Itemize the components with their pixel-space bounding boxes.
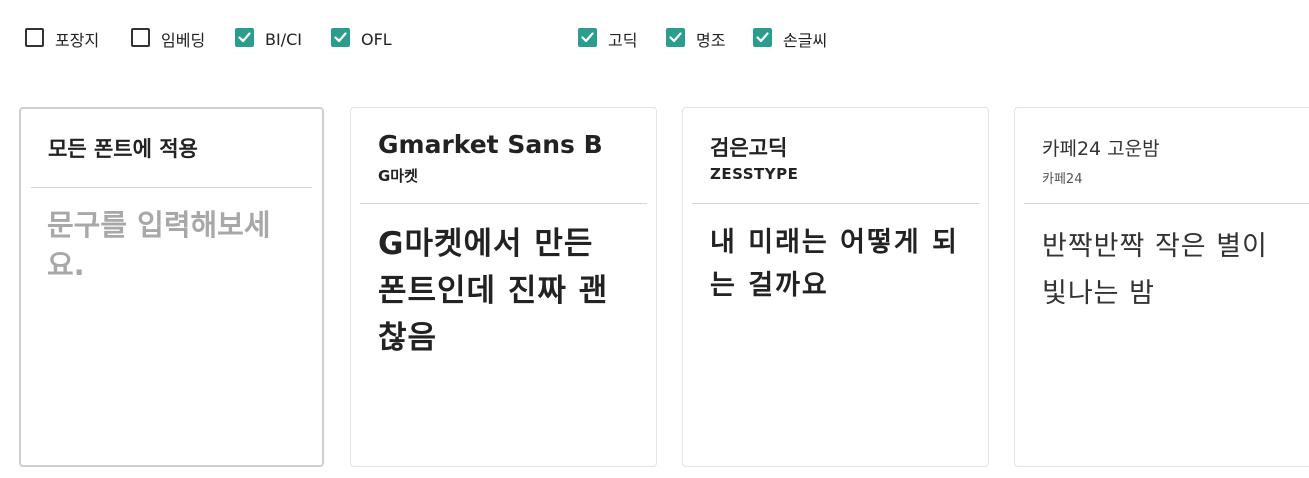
filter-label: 포장지	[55, 31, 100, 50]
font-card-gmarket[interactable]: Gmarket Sans B G마켓 G마켓에서 만든 폰트인데 진짜 괜찮음	[350, 107, 657, 467]
font-name: 카페24 고운밤	[1042, 138, 1160, 160]
font-sample: 내 미래는 어떻게 되는 걸까요	[710, 227, 959, 301]
divider	[31, 187, 312, 188]
filter-packaging[interactable]: 포장지	[25, 24, 99, 50]
divider	[692, 203, 979, 204]
checkbox-icon[interactable]	[331, 27, 350, 47]
font-foundry: ZESSTYPE	[710, 165, 799, 183]
font-foundry: G마켓	[378, 167, 418, 185]
font-name: 검은고딕	[710, 136, 788, 160]
font-sample: G마켓에서 만든 폰트인데 진짜 괜찮음	[378, 226, 609, 356]
checkbox-icon[interactable]	[131, 27, 150, 47]
custom-text-input[interactable]	[47, 205, 297, 435]
filter-handwriting[interactable]: 손글씨	[753, 24, 827, 50]
custom-text-card: 모든 폰트에 적용	[19, 107, 324, 467]
checkbox-icon[interactable]	[666, 27, 685, 47]
filter-label: 명조	[696, 31, 726, 50]
font-sample: 반짝반짝 작은 별이 빛나는 밤	[1042, 231, 1268, 309]
filter-ofl[interactable]: OFL	[331, 24, 392, 50]
filter-label: BI/CI	[265, 29, 302, 49]
divider	[1024, 203, 1309, 204]
font-card-black-gothic[interactable]: 검은고딕 ZESSTYPE 내 미래는 어떻게 되는 걸까요	[682, 107, 989, 467]
filter-embedding[interactable]: 임베딩	[131, 24, 205, 50]
filter-gothic[interactable]: 고딕	[578, 24, 637, 50]
custom-text-title: 모든 폰트에 적용	[48, 137, 198, 161]
filter-myeongjo[interactable]: 명조	[666, 24, 725, 50]
checkbox-icon[interactable]	[235, 27, 254, 47]
font-card-cafe24[interactable]: 카페24 고운밤 카페24 반짝반짝 작은 별이 빛나는 밤	[1014, 107, 1309, 467]
font-name: Gmarket Sans B	[378, 130, 603, 159]
checkbox-icon[interactable]	[753, 27, 772, 47]
font-foundry: 카페24	[1042, 172, 1083, 187]
filter-bar: 포장지 임베딩 BI/CI OFL 고딕 명조 손글씨	[25, 24, 1305, 50]
divider	[360, 203, 647, 204]
filter-label: 손글씨	[783, 31, 828, 50]
filter-label: 고딕	[608, 31, 638, 50]
checkbox-icon[interactable]	[578, 27, 597, 47]
filter-label: OFL	[361, 29, 392, 49]
checkbox-icon[interactable]	[25, 27, 44, 47]
filter-label: 임베딩	[161, 31, 206, 50]
filter-bici[interactable]: BI/CI	[235, 24, 302, 50]
